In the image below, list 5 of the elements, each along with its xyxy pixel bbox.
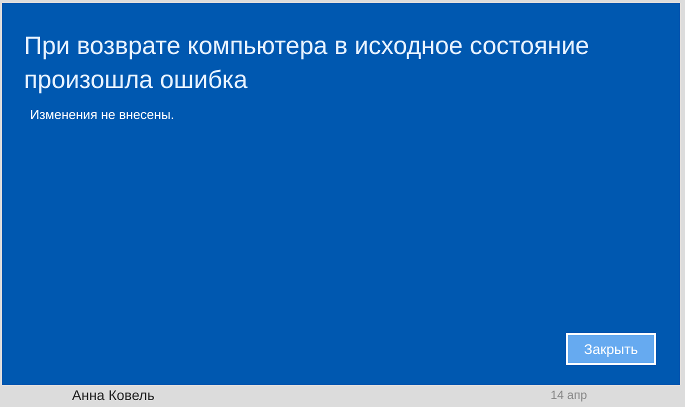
message-date: 14 апр — [550, 387, 587, 404]
close-button[interactable]: Закрыть — [566, 333, 656, 365]
dialog-message: Изменения не внесены. — [30, 106, 176, 124]
contact-name: Анна Ковель — [72, 386, 154, 404]
dialog-title: При возврате компьютера в исходное состояние произошла ошибка — [24, 31, 590, 96]
